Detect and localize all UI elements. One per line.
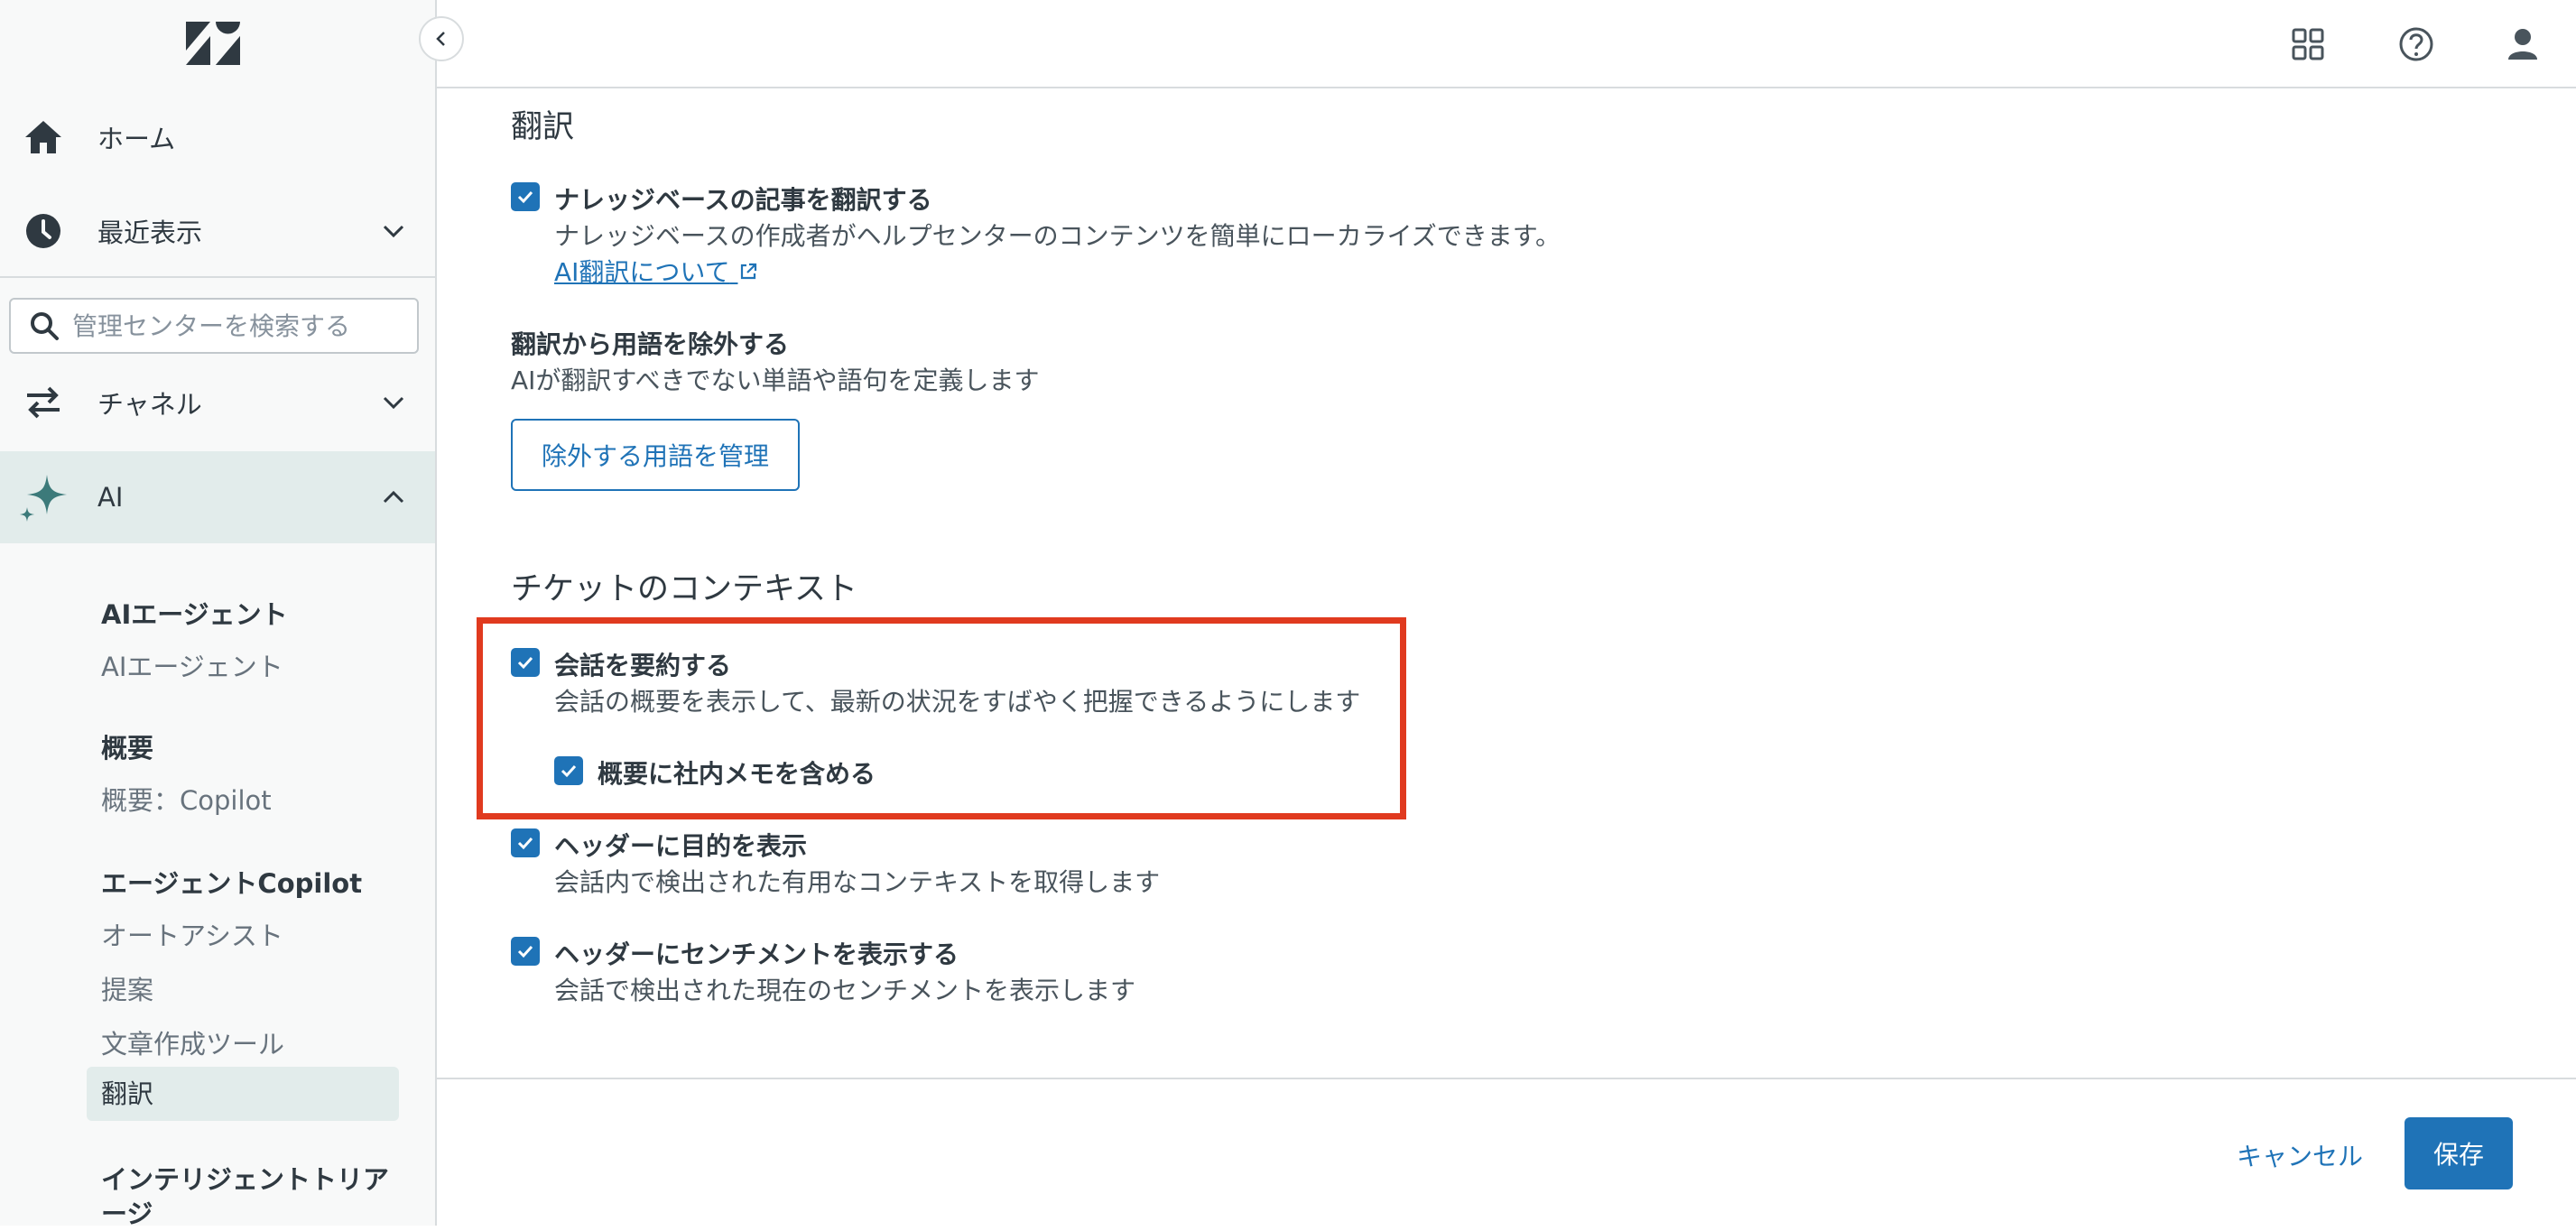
divider: [0, 276, 435, 278]
save-button[interactable]: 保存: [2405, 1117, 2513, 1189]
group-heading-intelligent-triage[interactable]: インテリジェントトリア: [101, 1159, 389, 1197]
top-bar: [437, 0, 2576, 88]
ai-translation-link[interactable]: AI翻訳について: [554, 253, 759, 289]
zendesk-logo[interactable]: [186, 22, 240, 65]
ai-translation-link-text: AI翻訳について: [554, 257, 730, 287]
manage-excluded-terms-button[interactable]: 除外する用語を管理: [511, 419, 801, 491]
sentiment-description: 会話で検出された現在のセンチメントを表示します: [554, 976, 1136, 1005]
sidebar-item-recent[interactable]: 最近表示: [0, 188, 435, 274]
group-heading-ai-agents: AIエージェント: [101, 599, 288, 630]
sidebar-item-ai[interactable]: AI: [0, 451, 435, 543]
sidebar-link-writing-tools[interactable]: 文章作成ツール: [101, 1023, 284, 1061]
summarize-label: 会話を要約する: [554, 651, 732, 680]
sentiment-label: ヘッダーにセンチメントを表示する: [554, 939, 959, 969]
sentiment-checkbox[interactable]: [511, 937, 540, 966]
sidebar-item-channels[interactable]: チャネル: [0, 359, 435, 446]
collapse-sidebar-button[interactable]: [419, 16, 464, 61]
internal-notes-checkbox[interactable]: [554, 756, 583, 785]
external-link-icon: [741, 263, 757, 280]
grid-icon[interactable]: [2285, 22, 2330, 67]
summarize-description: 会話の概要を表示して、最新の状況をすばやく把握できるようにします: [554, 687, 1361, 717]
check-icon: [517, 656, 533, 670]
sidebar-link-overview-copilot[interactable]: 概要：Copilot: [101, 780, 272, 818]
kb-translate-description: ナレッジベースの作成者がヘルプセンターのコンテンツを簡単にローカライズできます。: [554, 221, 1561, 251]
intent-description: 会話内で検出された有用なコンテキストを取得します: [554, 867, 1161, 897]
group-heading-overview: 概要: [101, 733, 154, 764]
group-heading-agent-copilot: エージェントCopilot: [101, 868, 363, 899]
user-icon[interactable]: [2500, 22, 2545, 67]
home-icon: [25, 121, 61, 153]
exclude-terms-title: 翻訳から用語を除外する: [511, 329, 790, 359]
search-icon: [31, 312, 59, 340]
sidebar-item-label: ホーム: [97, 124, 176, 154]
check-icon: [517, 945, 533, 958]
sidebar-link-translation[interactable]: 翻訳: [87, 1067, 399, 1121]
kb-translate-checkbox[interactable]: [511, 182, 540, 211]
kb-translate-label: ナレッジベースの記事を翻訳する: [554, 185, 932, 215]
clock-icon: [26, 214, 60, 248]
section-title-ticket-context: チケットのコンテキスト: [511, 571, 857, 607]
sidebar-item-home[interactable]: ホーム: [0, 94, 435, 180]
exclude-terms-description: AIが翻訳すべきでない単語や語句を定義します: [511, 366, 1040, 395]
sidebar-link-autoassist[interactable]: オートアシスト: [101, 915, 283, 953]
intent-checkbox[interactable]: [511, 828, 540, 857]
section-title-translation: 翻訳: [511, 109, 575, 145]
sidebar-link-ai-agents[interactable]: AIエージェント: [101, 646, 283, 684]
summarize-checkbox[interactable]: [511, 648, 540, 677]
internal-notes-label: 概要に社内メモを含める: [598, 759, 876, 789]
sidebar-item-label: AI: [97, 482, 124, 513]
check-icon: [517, 190, 533, 204]
cancel-button[interactable]: キャンセル: [2231, 1128, 2368, 1182]
footer-bar: キャンセル 保存: [437, 1078, 2576, 1226]
check-icon: [561, 764, 577, 778]
search-input[interactable]: [70, 310, 399, 342]
sidebar: ホーム 最近表示 チャネル AI: [0, 0, 437, 1229]
intent-label: ヘッダーに目的を表示: [554, 831, 808, 861]
check-icon: [517, 837, 533, 850]
sidebar-link-suggestions[interactable]: 提案: [101, 969, 153, 1007]
chevron-left-icon: [436, 32, 445, 46]
help-icon[interactable]: [2394, 22, 2439, 67]
arrows-swap-icon: [27, 386, 60, 419]
sparkle-icon: [20, 475, 67, 522]
chevron-down-icon: [383, 396, 404, 410]
settings-main: 翻訳 ナレッジベースの記事を翻訳する ナレッジベースの作成者がヘルプセンターのコ…: [437, 88, 2576, 1078]
admin-search[interactable]: [9, 298, 419, 354]
sidebar-item-label: チャネル: [97, 389, 202, 420]
chevron-down-icon: [383, 225, 404, 238]
chevron-up-icon: [383, 490, 404, 504]
sidebar-item-label: 最近表示: [97, 218, 203, 248]
